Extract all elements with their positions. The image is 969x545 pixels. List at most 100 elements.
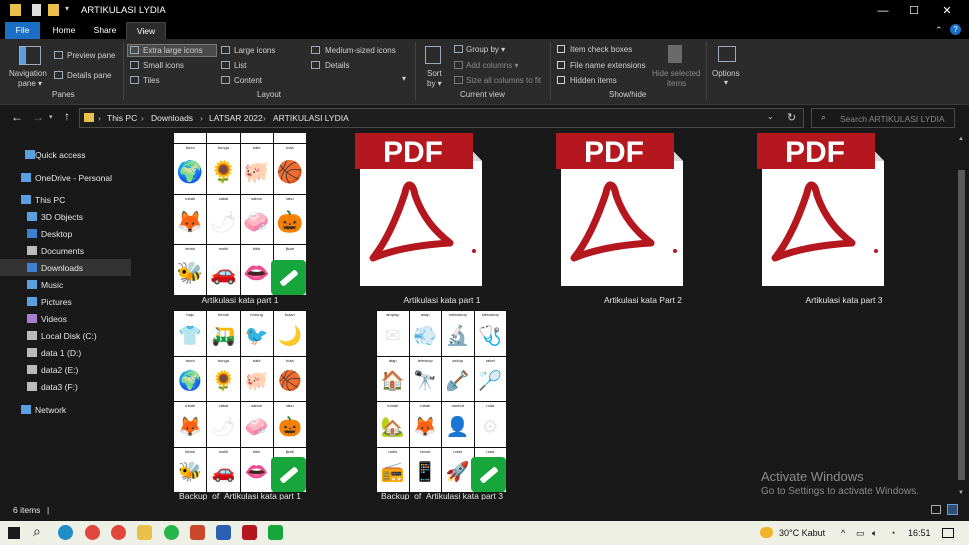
options-button[interactable]: Options [712,69,740,78]
back-icon[interactable]: ← [11,110,23,124]
sidebar-item-data2-e[interactable]: data2 (E:) [0,361,131,378]
app-green-icon[interactable] [268,525,283,540]
options-button-2[interactable]: ▾ [724,78,728,87]
whatsapp-icon[interactable] [164,525,179,540]
navigation-pane-button[interactable]: Navigation [9,69,47,78]
list-option[interactable]: List [234,61,246,70]
details-pane-button[interactable]: Details pane [67,71,111,80]
sidebar-item-3d-objects[interactable]: 3D Objects [0,208,131,225]
new-folder-icon[interactable] [48,4,59,16]
network-tray-icon[interactable]: ▭ [856,528,865,539]
breadcrumb-latsar[interactable]: LATSAR 2022 [209,113,263,123]
tab-view[interactable]: View [126,22,166,40]
refresh-icon[interactable]: ↻ [787,111,796,124]
scroll-up-icon[interactable]: ▲ [958,136,964,142]
pdf-file-icon[interactable]: PDF [355,133,482,286]
sidebar-item-documents[interactable]: Documents [0,242,131,259]
sidebar-item-pictures[interactable]: Pictures [0,293,131,310]
file-name[interactable]: Artikulasi kata part 3 [754,295,934,305]
large-icons-view-icon[interactable] [947,504,958,515]
breadcrumb-current[interactable]: ARTIKULASI LYDIA [273,113,349,123]
properties-icon[interactable] [32,4,41,16]
size-columns-button[interactable]: Size all columns to fit [466,76,541,85]
tab-home[interactable]: Home [45,22,83,39]
pdf-file-icon[interactable]: PDF [757,133,884,286]
forward-icon[interactable]: → [32,110,44,124]
collapse-ribbon-icon[interactable]: ⌃ [935,25,943,36]
scrollbar-thumb[interactable] [958,170,965,480]
chrome-icon[interactable] [85,525,100,540]
sidebar-item-onedrive-personal[interactable]: OneDrive - Personal [0,169,131,186]
add-columns-button[interactable]: Add columns ▾ [466,61,518,70]
preview-pane-button[interactable]: Preview pane [67,51,115,60]
hide-selected-button-2[interactable]: items [667,79,686,88]
minimize-button[interactable]: — [867,0,899,22]
file-name[interactable]: Artikulasi kata part 1 [150,295,330,305]
sidebar-item-music[interactable]: Music [0,276,131,293]
weather-text[interactable]: 30°C Kabut [779,528,825,538]
sidebar-item-downloads[interactable]: Downloads [0,259,131,276]
details-option[interactable]: Details [325,61,349,70]
hide-selected-button[interactable]: Hide selected [652,69,700,78]
sidebar-item-this-pc[interactable]: This PC [0,191,131,208]
close-button[interactable]: ✕ [931,0,963,22]
search-taskbar-icon[interactable]: ⌕ [33,523,41,540]
volume-icon[interactable]: 🔈︎ [872,528,877,539]
qa-dropdown-icon[interactable]: ▾ [65,4,69,13]
wifi-icon[interactable]: ◔ [890,528,895,538]
sidebar-item-data-1-d[interactable]: data 1 (D:) [0,344,131,361]
details-view-icon[interactable] [931,505,941,514]
file-thumbnail[interactable]: bumi 🌍 bunga 🌻 babi 🐖 bola 🏀 rubah 🦊 cabai 🌶 sabun 🧼 l… [173,133,306,295]
extra-large-icons-option[interactable]: Extra large icons [143,46,203,55]
tiles-option[interactable]: Tiles [143,76,160,85]
recent-locations-icon[interactable]: ▾ [49,113,53,121]
navigation-pane-button-2[interactable]: pane ▾ [18,79,42,88]
sidebar-item-local-disk-c[interactable]: Local Disk (C:) [0,327,131,344]
medium-icons-option[interactable]: Medium-sized icons [325,46,396,55]
breadcrumb-this-pc[interactable]: This PC [107,113,137,123]
file-name[interactable]: Backup_of_Artikulasi kata part 3 [352,491,532,500]
help-icon[interactable]: ? [950,24,961,35]
sidebar-item-data3-f[interactable]: data3 (F:) [0,378,131,395]
powerpoint-icon[interactable] [190,525,205,540]
large-icons-option[interactable]: Large icons [234,46,275,55]
clock[interactable]: 16:51 [908,528,931,538]
acrobat-icon[interactable] [242,525,257,540]
pdf-file-icon[interactable]: PDF [556,133,683,286]
edge-icon[interactable] [58,525,73,540]
file-explorer-icon[interactable] [137,525,152,540]
sort-by-button-2[interactable]: by ▾ [427,79,442,88]
file-name[interactable]: Artikulasi kata Part 2 [553,295,733,305]
notification-icon[interactable] [942,528,954,538]
sidebar-item-videos[interactable]: Videos [0,310,131,327]
file-thumbnail[interactable]: amplop ✉ asap 💨 mikroskop 🔬 stetoskop 🩺 atap 🏠 tel… [376,310,506,492]
maximize-button[interactable]: ☐ [898,0,930,22]
sidebar-item-desktop[interactable]: Desktop [0,225,131,242]
group-by-button[interactable]: Group by ▾ [466,45,505,54]
tab-file[interactable]: File [5,22,40,39]
word-icon[interactable] [216,525,231,540]
sidebar-item-quick-access[interactable]: Quick access [0,146,131,163]
folder-icon [10,4,21,16]
sort-by-button[interactable]: Sort [427,69,442,78]
file-name-extensions-checkbox[interactable] [557,61,565,69]
search-input[interactable]: ⌕ Search ARTIKULASI LYDIA [811,108,955,128]
item-check-boxes-checkbox[interactable] [557,45,565,53]
add-columns-icon [454,61,463,69]
file-name[interactable]: Artikulasi kata part 1 [352,295,532,305]
scroll-down-icon[interactable]: ▼ [958,490,964,496]
file-thumbnail[interactable]: baju 👕 becak 🛺 burung 🐦 bulan 🌙 bumi 🌍 bunga 🌻 babi 🐖… [173,310,306,492]
file-name[interactable]: Backup_of_Artikulasi kata part 1 [150,491,330,500]
up-icon[interactable]: ↑ [64,109,70,123]
show-hidden-icons-icon[interactable]: ^ [841,528,845,538]
address-dropdown-icon[interactable]: ⌄ [767,112,774,121]
hidden-items-checkbox[interactable] [557,76,565,84]
chrome-profile-icon[interactable] [111,525,126,540]
sidebar-item-network[interactable]: Network [0,401,131,418]
tab-share[interactable]: Share [86,22,124,39]
breadcrumb-downloads[interactable]: Downloads [151,113,193,123]
small-icons-option[interactable]: Small icons [143,61,184,70]
start-icon[interactable] [8,527,20,539]
content-option[interactable]: Content [234,76,262,85]
layout-scroll-icon[interactable]: ▾ [402,74,406,83]
